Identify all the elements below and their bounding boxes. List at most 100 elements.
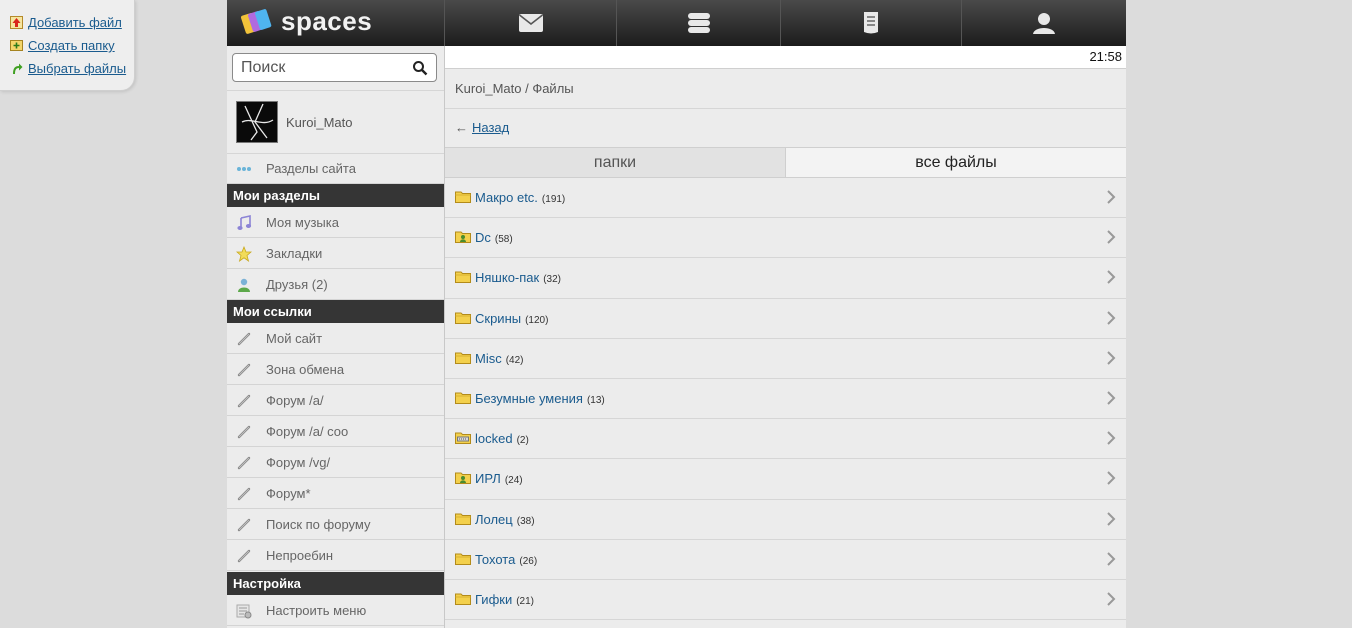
- folder-row[interactable]: Misc (42): [445, 339, 1126, 379]
- star-icon: [236, 246, 252, 262]
- link-icon: [237, 487, 251, 501]
- folder-name[interactable]: locked (2): [475, 431, 529, 446]
- folder-name[interactable]: Няшко-пак (32): [475, 270, 561, 285]
- sidebar-item-label: Форум /vg/: [266, 455, 331, 470]
- section-my-links: Мои ссылки: [227, 300, 444, 323]
- back-row: ← Назад: [445, 109, 1126, 147]
- profile-name: Kuroi_Mato: [286, 115, 353, 130]
- profile-card[interactable]: Kuroi_Mato: [227, 90, 444, 154]
- sidebar-link-forum-vg[interactable]: Форум /vg/: [227, 447, 444, 478]
- folder-name[interactable]: Dc (58): [475, 230, 513, 245]
- folder-row[interactable]: ИРЛ (24): [445, 459, 1126, 500]
- folder-count: (2): [516, 435, 529, 447]
- folder-icon: [455, 271, 471, 284]
- choose-files-link[interactable]: Выбрать файлы: [10, 61, 126, 76]
- add-file-link[interactable]: Добавить файл: [10, 15, 122, 30]
- folder-row[interactable]: Макро etc. (191): [445, 178, 1126, 219]
- chevron-right-icon: [1107, 310, 1116, 325]
- nav-chat[interactable]: [617, 0, 781, 46]
- link-icon: [237, 425, 251, 439]
- sidebar-item-label: Моя музыка: [266, 215, 339, 230]
- folder-name[interactable]: Безумные умения (13): [475, 391, 605, 406]
- sidebar-link-my-site[interactable]: Мой сайт: [227, 323, 444, 354]
- folder-count: (58): [494, 234, 513, 246]
- sidebar-link-neproebin[interactable]: Непроебин: [227, 540, 444, 571]
- sidebar-item-label: Поиск по форуму: [266, 517, 371, 532]
- sidebar: Kuroi_Mato Разделы сайта Мои разделы Моя…: [227, 46, 445, 628]
- search-icon[interactable]: [412, 60, 428, 76]
- section-my-sections: Мои разделы: [227, 184, 444, 207]
- nav-profile[interactable]: [962, 0, 1126, 46]
- main-container: spaces Kuroi_Mato Разделы сайта: [227, 0, 1126, 628]
- avatar[interactable]: [236, 101, 278, 143]
- brand-name: spaces: [281, 6, 373, 36]
- folder-name[interactable]: Макро etc. (191): [475, 190, 565, 205]
- music-icon: [237, 215, 252, 230]
- folder-name[interactable]: Скрины (120): [475, 311, 548, 326]
- friends-icon: [238, 278, 250, 292]
- folder-count: (191): [541, 194, 566, 205]
- folder-row[interactable]: Dc (58): [445, 218, 1126, 259]
- sidebar-link-exchange-zone[interactable]: Зона обмена: [227, 354, 444, 385]
- folder-row[interactable]: Гифки (21): [445, 580, 1126, 621]
- chevron-right-icon: [1107, 351, 1116, 365]
- sidebar-item-label: Настроить меню: [266, 603, 367, 618]
- sidebar-item-label: Форум /a/: [266, 393, 324, 408]
- sidebar-link-forum-star[interactable]: Форум*: [227, 478, 444, 509]
- chevron-right-icon: [1107, 230, 1116, 244]
- folder-row[interactable]: Лолец (38): [445, 500, 1126, 540]
- sidebar-link-forum-a-coo[interactable]: Форум /a/ соо: [227, 416, 444, 447]
- tab-all-files[interactable]: все файлы: [786, 148, 1126, 177]
- spaces-logo-icon: [241, 9, 272, 34]
- upload-panel: Добавить файл Создать папку Выбрать файл…: [0, 0, 135, 91]
- chevron-right-icon: [1107, 391, 1116, 405]
- breadcrumb: Kuroi_Mato / Файлы: [445, 69, 1126, 109]
- folder-name[interactable]: ИРЛ (24): [475, 471, 523, 486]
- logo[interactable]: spaces: [227, 0, 445, 46]
- folder-row[interactable]: Няшко-пак (32): [445, 258, 1126, 299]
- nav-mail[interactable]: [445, 0, 617, 46]
- sidebar-item-site-sections[interactable]: Разделы сайта: [227, 153, 444, 184]
- section-settings: Настройка: [227, 572, 444, 595]
- chevron-right-icon: [1107, 270, 1116, 285]
- sidebar-item-bookmarks[interactable]: Закладки: [227, 238, 444, 269]
- folder-row[interactable]: Скрины (120): [445, 299, 1126, 339]
- folder-name[interactable]: Гифки (21): [475, 592, 534, 607]
- folder-list: Макро etc. (191) Dc (58) Няшко-пак (32) Скр…: [445, 178, 1126, 621]
- locked-folder-icon: [455, 432, 471, 445]
- sidebar-item-music[interactable]: Моя музыка: [227, 207, 444, 238]
- link-icon: [237, 332, 251, 346]
- sidebar-item-label: Друзья (2): [266, 277, 328, 292]
- back-link[interactable]: Назад: [472, 120, 509, 135]
- folder-count: (38): [516, 515, 535, 527]
- link-icon: [237, 518, 251, 532]
- folder-name[interactable]: Лолец (38): [475, 512, 535, 527]
- sidebar-item-label: Мой сайт: [266, 331, 323, 346]
- shared-folder-icon: [455, 231, 471, 244]
- sidebar-item-friends[interactable]: Друзья (2): [227, 269, 444, 300]
- create-folder-link[interactable]: Создать папку: [10, 38, 115, 53]
- shared-folder-icon: [455, 472, 471, 485]
- search-input[interactable]: [233, 54, 419, 81]
- link-icon: [237, 456, 251, 470]
- mail-icon: [518, 14, 543, 32]
- folder-row[interactable]: locked (2): [445, 419, 1126, 460]
- sidebar-link-forum-a[interactable]: Форум /a/: [227, 385, 444, 416]
- sidebar-link-forum-search[interactable]: Поиск по форуму: [227, 509, 444, 540]
- folder-icon: [455, 593, 471, 605]
- breadcrumb-text: Kuroi_Mato / Файлы: [455, 81, 574, 96]
- folder-count: (21): [516, 595, 535, 607]
- sidebar-item-label: Форум*: [266, 486, 311, 501]
- clock: 21:58: [1089, 49, 1122, 64]
- link-icon: [237, 394, 251, 408]
- folder-row[interactable]: Безумные умения (13): [445, 379, 1126, 420]
- folder-count: (42): [505, 354, 524, 366]
- sidebar-item-label: Зона обмена: [266, 362, 345, 377]
- nav-journal[interactable]: [781, 0, 962, 46]
- tab-folders[interactable]: папки: [445, 148, 786, 177]
- folder-name[interactable]: Misc (42): [475, 351, 524, 366]
- folder-row[interactable]: Тохота (26): [445, 540, 1126, 580]
- folder-name[interactable]: Тохота (26): [475, 552, 537, 567]
- chevron-right-icon: [1107, 431, 1116, 445]
- sidebar-item-configure-menu[interactable]: Настроить меню: [227, 595, 444, 626]
